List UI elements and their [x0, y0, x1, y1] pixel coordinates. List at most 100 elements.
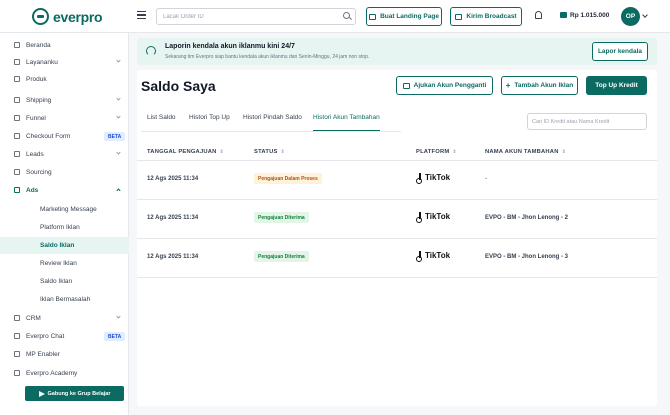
- checkout-form-icon: [14, 133, 20, 139]
- report-issue-button[interactable]: Lapor kendala: [592, 42, 648, 61]
- column-header-date[interactable]: TANGGAL PENGAJUAN ⇕: [147, 149, 224, 155]
- column-header-status[interactable]: STATUS ⇕: [254, 149, 285, 155]
- join-study-group-button[interactable]: Gabung ke Grup Belajar: [25, 386, 124, 401]
- column-header-account-name-label: NAMA AKUN TAMBAHAN: [485, 149, 559, 155]
- sidebar-item-sourcing[interactable]: Sourcing: [0, 164, 129, 181]
- sidebar-item-ads[interactable]: Ads: [0, 182, 129, 199]
- status-badge: Pengajuan Dalam Proses: [254, 173, 322, 184]
- column-header-account-name[interactable]: NAMA AKUN TAMBAHAN ⇕: [485, 149, 566, 155]
- notice-subtitle: Sekarang tim Everpro siap bantu kendala …: [165, 54, 370, 60]
- table-row: 12 Ags 2025 11:34 Pengajuan Dalam Proses…: [137, 161, 657, 200]
- tiktok-icon: [416, 212, 423, 223]
- create-landing-page-button[interactable]: Buat Landing Page: [366, 7, 442, 26]
- page-title: Saldo Saya: [141, 78, 216, 94]
- home-icon: [14, 42, 20, 48]
- logo-text: everpro: [53, 8, 103, 25]
- platform-tiktok: TikTok: [416, 251, 450, 262]
- sidebar-subitem-iklan-bermasalah[interactable]: Iklan Bermasalah: [0, 291, 129, 308]
- sort-icon[interactable]: ⇕: [452, 149, 456, 155]
- sidebar-subitem-review-iklan[interactable]: Review Iklan: [0, 255, 129, 272]
- sidebar-item-everpro-chat[interactable]: Everpro Chat BETA: [0, 328, 129, 345]
- top-header: everpro Buat Landing Page Kirim Broadcas…: [0, 0, 670, 33]
- status-badge: Pengajuan Diterima: [254, 212, 309, 223]
- cell-account-name: -: [485, 176, 487, 182]
- chevron-down-icon: [116, 314, 121, 319]
- chat-icon: [14, 333, 20, 339]
- sidebar-item-layananku[interactable]: Layananku: [0, 54, 129, 71]
- send-broadcast-label: Kirim Broadcast: [466, 13, 517, 20]
- create-landing-page-label: Buat Landing Page: [380, 13, 439, 20]
- platform-label: TikTok: [425, 212, 451, 221]
- column-header-date-label: TANGGAL PENGAJUAN: [147, 149, 217, 155]
- user-avatar[interactable]: OP: [621, 7, 640, 26]
- sidebar-subitem-marketing-message[interactable]: Marketing Message: [0, 201, 129, 218]
- platform-tiktok: TikTok: [416, 173, 451, 184]
- status-badge: Pengajuan Diterima: [254, 251, 309, 262]
- request-replacement-account-label: Ajukan Akun Pengganti: [413, 82, 487, 89]
- tab-histori-pindah-saldo[interactable]: Histori Pindah Saldo: [243, 114, 302, 131]
- ads-icon: [14, 187, 20, 193]
- search-icon[interactable]: [343, 12, 350, 19]
- sidebar-subitem-saldo-iklan[interactable]: Saldo Iklan: [0, 273, 129, 290]
- column-header-platform[interactable]: PLATFORM ⇕: [416, 149, 457, 155]
- sort-icon[interactable]: ⇕: [220, 149, 224, 155]
- sourcing-icon: [14, 169, 20, 175]
- sidebar-item-crm[interactable]: CRM: [0, 310, 129, 327]
- wallet-balance[interactable]: Rp 1.015.000: [570, 12, 609, 19]
- track-order-input[interactable]: [156, 8, 356, 25]
- table-row: 12 Ags 2025 11:34 Pengajuan Diterima Tik…: [137, 200, 657, 239]
- tab-histori-akun-tambahan[interactable]: Histori Akun Tambahan: [313, 114, 380, 131]
- add-ad-account-label: Tambah Akun Iklan: [514, 82, 574, 89]
- sort-icon[interactable]: ⇕: [562, 149, 566, 155]
- sidebar-item-leads[interactable]: Leads: [0, 146, 129, 163]
- tab-histori-top-up[interactable]: Histori Top Up: [189, 114, 230, 131]
- add-ad-account-button[interactable]: + Tambah Akun Iklan: [501, 76, 578, 95]
- cell-account-name: EVPO - BM - Jhon Lenong - 2: [485, 215, 568, 221]
- document-icon: [402, 82, 410, 89]
- join-study-group-label: Gabung ke Grup Belajar: [47, 390, 111, 397]
- landing-page-icon: [369, 13, 377, 20]
- tiktok-icon: [416, 173, 423, 184]
- chevron-up-icon: [116, 188, 121, 193]
- sidebar-subitem-platform-iklan[interactable]: Platform Iklan: [0, 219, 129, 236]
- chevron-down-icon[interactable]: [642, 12, 648, 18]
- table-row: 12 Ags 2025 11:34 Pengajuan Diterima Tik…: [137, 239, 657, 278]
- chevron-down-icon: [116, 114, 121, 119]
- chevron-down-icon: [116, 96, 121, 101]
- bell-icon[interactable]: [535, 11, 542, 19]
- sort-icon[interactable]: ⇕: [281, 149, 285, 155]
- hamburger-menu-icon[interactable]: [137, 11, 146, 19]
- sidebar-item-beranda[interactable]: Beranda: [0, 37, 129, 54]
- beta-badge: BETA: [104, 132, 126, 141]
- platform-tiktok: TikTok: [416, 212, 451, 223]
- top-up-credit-button[interactable]: Top Up Kredit: [586, 76, 647, 95]
- sidebar: Beranda Layananku Produk Shipping Funnel…: [0, 33, 129, 415]
- funnel-icon: [14, 115, 20, 121]
- column-header-status-label: STATUS: [254, 149, 278, 155]
- mp-enabler-icon: [14, 351, 20, 357]
- sidebar-subitem-saldo-iklan-active[interactable]: Saldo Iklan: [0, 237, 129, 254]
- services-icon: [14, 59, 20, 65]
- headset-icon: [146, 46, 156, 56]
- cell-date: 12 Ags 2025 11:34: [147, 176, 199, 182]
- chevron-down-icon: [116, 150, 121, 155]
- sidebar-item-everpro-academy[interactable]: Everpro Academy: [0, 365, 129, 382]
- sidebar-item-checkout-form[interactable]: Checkout Form BETA: [0, 128, 129, 145]
- request-replacement-account-button[interactable]: Ajukan Akun Pengganti: [396, 76, 493, 95]
- product-icon: [14, 76, 20, 82]
- notice-title: Laporin kendala akun iklanmu kini 24/7: [165, 43, 295, 50]
- support-notice-banner: Laporin kendala akun iklanmu kini 24/7 S…: [137, 38, 657, 65]
- sidebar-item-shipping[interactable]: Shipping: [0, 92, 129, 109]
- send-broadcast-button[interactable]: Kirim Broadcast: [450, 7, 522, 26]
- sidebar-item-mp-enabler[interactable]: MP Enabler: [0, 346, 129, 363]
- sidebar-item-funnel[interactable]: Funnel: [0, 110, 129, 127]
- credit-search-input[interactable]: [527, 113, 647, 130]
- sidebar-item-produk[interactable]: Produk: [0, 71, 129, 88]
- everpro-logo[interactable]: everpro: [32, 8, 103, 25]
- platform-label: TikTok: [425, 173, 451, 182]
- tab-list-saldo[interactable]: List Saldo: [147, 114, 176, 131]
- academy-icon: [14, 370, 20, 376]
- tabs-divider: [141, 131, 401, 132]
- shipping-icon: [14, 97, 20, 103]
- chevron-down-icon: [116, 58, 121, 63]
